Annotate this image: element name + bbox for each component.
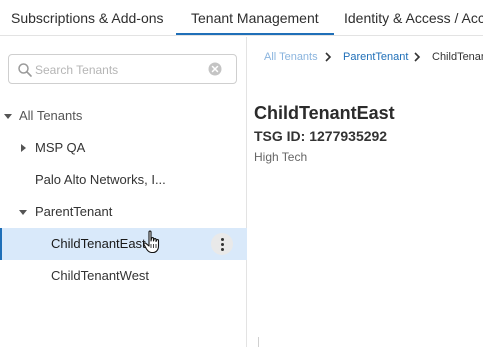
tree-item-label: All Tenants [19,108,83,123]
tab-identity-access[interactable]: Identity & Access / Acc [344,0,483,35]
tab-tenant-management[interactable]: Tenant Management [176,0,334,35]
active-tab-indicator [176,33,334,35]
breadcrumb-all-tenants[interactable]: All Tenants [264,49,318,65]
caret-down-icon[interactable] [18,196,28,228]
search-box [8,54,237,84]
tree-item-label: ChildTenantEast [51,236,146,251]
tenant-detail-panel: All Tenants ParentTenant ChildTenan Chil… [248,37,483,347]
tree-item-child-tenant-west[interactable]: ChildTenantWest [0,260,247,292]
chevron-right-icon [325,52,332,62]
caret-down-icon[interactable] [3,100,13,132]
tree-item-all-tenants[interactable]: All Tenants [0,100,247,132]
caret-right-icon[interactable] [18,132,28,164]
tree-item-child-tenant-east[interactable]: ChildTenantEast [0,228,247,260]
tree-item-parent-tenant[interactable]: ParentTenant [0,196,247,228]
search-icon [18,63,32,77]
page-title: ChildTenantEast [254,103,395,123]
more-vertical-icon[interactable] [211,233,233,255]
tree-item-palo-alto[interactable]: Palo Alto Networks, I... [0,164,247,196]
industry-label: High Tech [254,150,308,164]
search-input[interactable] [35,60,205,80]
top-tab-bar: Subscriptions & Add-ons Tenant Managemen… [0,0,483,36]
tab-subscriptions[interactable]: Subscriptions & Add-ons [11,0,164,35]
chevron-right-icon [414,52,421,62]
tree-item-label: ChildTenantWest [51,268,150,283]
tree-item-label: MSP QA [35,140,86,155]
tree-item-label: Palo Alto Networks, I... [35,172,166,187]
breadcrumb-parent-tenant[interactable]: ParentTenant [343,49,408,65]
hand-cursor-icon [143,230,160,254]
breadcrumb-current: ChildTenan [432,51,483,63]
tree-item-msp-qa[interactable]: MSP QA [0,132,247,164]
tenant-sidebar: All Tenants MSP QA Palo Alto Networks, I… [0,37,247,347]
divider [258,337,259,347]
tree-item-label: ParentTenant [35,204,113,219]
tsg-id: TSG ID: 1277935292 [254,128,388,144]
clear-icon[interactable] [208,62,222,76]
